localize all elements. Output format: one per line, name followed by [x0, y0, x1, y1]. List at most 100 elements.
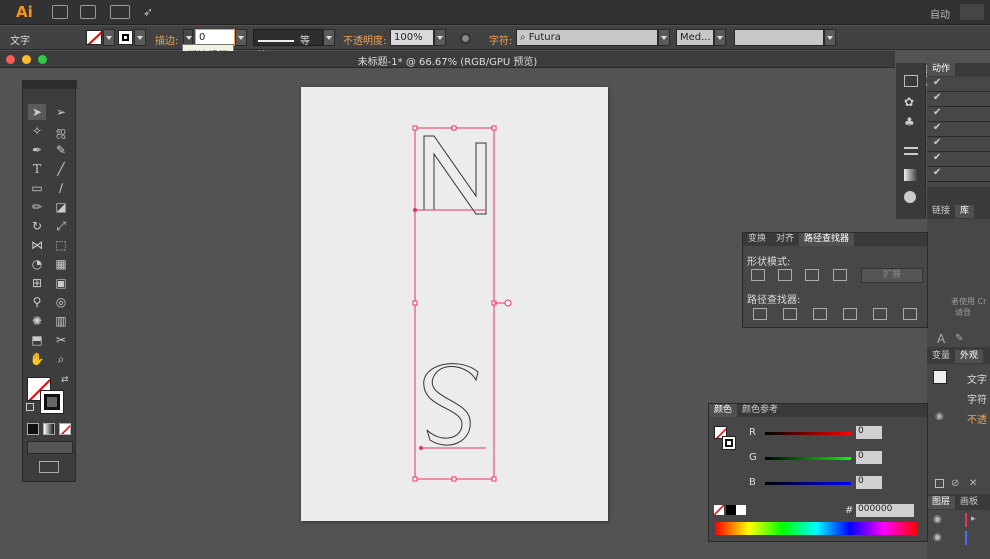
check-icon[interactable]: ✔	[927, 167, 941, 178]
layer-color-bar	[965, 531, 967, 545]
clear-appearance-icon[interactable]: ⊘	[951, 478, 959, 489]
letter-n-outline	[423, 135, 487, 215]
transparency-panel-icon[interactable]	[904, 191, 916, 203]
handle-top-center	[451, 125, 457, 131]
handle-bottom-left	[412, 476, 418, 482]
libraries-message: 者使用 Cr	[951, 297, 987, 306]
appearance-panel-body: 文字 字符 ◉ 不透 ⊘ ✕	[927, 364, 990, 494]
tab-appearance[interactable]: 外观	[955, 350, 984, 363]
black-swatch[interactable]	[726, 505, 736, 515]
r-label: R	[749, 427, 756, 438]
b-label: B	[749, 477, 756, 488]
list-item[interactable]: ✔	[927, 122, 990, 137]
handle-middle-left	[412, 300, 418, 306]
none-swatch[interactable]	[714, 505, 724, 515]
collapsed-panels-strip: ✿ ♣	[896, 63, 926, 219]
tab-variables[interactable]: 变量	[927, 350, 955, 363]
tab-actions[interactable]: 动作	[927, 63, 956, 76]
outline-icon[interactable]	[873, 308, 887, 320]
g-value-input[interactable]: 0	[856, 451, 882, 464]
tab-transform[interactable]: 变换	[743, 233, 771, 246]
trim-icon[interactable]	[783, 308, 797, 320]
b-slider[interactable]	[765, 482, 851, 485]
tab-layers[interactable]: 图层	[927, 496, 956, 509]
tab-color[interactable]: 颜色	[709, 404, 738, 417]
symbols-panel-icon[interactable]: ♣	[904, 115, 915, 129]
r-value-input[interactable]: 0	[856, 426, 882, 439]
handle-bottom-center	[451, 476, 457, 482]
visibility-eye-icon[interactable]: ◉	[935, 411, 944, 422]
check-icon[interactable]: ✔	[927, 152, 941, 163]
right-dock: 动作 ✔ ✔ ✔ ✔ ✔ ✔ ✔ 链接库 者使用 Cr 请登 A ✎ 变量 外观 …	[927, 63, 990, 559]
check-icon[interactable]: ✔	[927, 77, 941, 88]
delete-icon[interactable]: ✕	[969, 478, 977, 489]
layer-expand-icon[interactable]: ▸	[971, 514, 976, 524]
list-item[interactable]: ✔	[927, 167, 990, 182]
tab-artboards[interactable]: 画板	[955, 496, 983, 509]
panel-stroke-box[interactable]	[722, 436, 736, 450]
brushes-panel-icon[interactable]: ✿	[904, 95, 914, 109]
check-icon[interactable]: ✔	[927, 107, 941, 118]
handle-top-left	[412, 125, 418, 131]
layer-color-bar	[965, 513, 967, 527]
color-panel-tabs: 颜色 颜色参考	[709, 404, 927, 417]
unite-icon[interactable]	[751, 269, 765, 281]
layer-visibility-eye-icon[interactable]: ◉	[933, 532, 942, 543]
stroke-panel-icon[interactable]	[904, 147, 918, 155]
pathfinders-label: 路径查找器:	[747, 295, 801, 306]
libraries-brush-icon[interactable]: ✎	[955, 333, 963, 344]
new-art-icon[interactable]	[935, 479, 944, 488]
r-slider[interactable]	[765, 432, 851, 435]
actions-panel-header: 动作	[927, 63, 990, 76]
appearance-item-character[interactable]: 字符	[967, 391, 987, 406]
list-item[interactable]: ✔	[927, 137, 990, 152]
handle-top-right	[491, 125, 497, 131]
merge-icon[interactable]	[813, 308, 827, 320]
tab-align[interactable]: 对齐	[771, 233, 799, 246]
layers-list: ◉ ▸ ◉	[927, 510, 990, 559]
libraries-letter-icon[interactable]: A	[937, 332, 945, 346]
intersect-icon[interactable]	[805, 269, 819, 281]
expand-button[interactable]: 扩展	[861, 268, 923, 283]
g-slider[interactable]	[765, 457, 851, 460]
layers-panel-header: 图层 画板	[927, 496, 990, 509]
handle-bottom-right	[491, 476, 497, 482]
minus-front-icon[interactable]	[778, 269, 792, 281]
pathfinder-panel-tabs: 变换 对齐 路径查找器	[743, 233, 927, 246]
artboards-panel-icon[interactable]	[904, 75, 918, 87]
layer-visibility-eye-icon[interactable]: ◉	[933, 514, 942, 525]
check-icon[interactable]: ✔	[927, 122, 941, 133]
tab-color-guide[interactable]: 颜色参考	[737, 404, 783, 417]
actions-list: ✔ ✔ ✔ ✔ ✔ ✔ ✔	[927, 77, 990, 187]
letter-s-outline	[423, 363, 479, 446]
tab-pathfinder[interactable]: 路径查找器	[799, 233, 855, 246]
pathfinder-panel: 变换 对齐 路径查找器 形状模式: 扩展 路径查找器:	[742, 232, 928, 328]
gradient-panel-icon[interactable]	[904, 169, 918, 181]
appearance-item-type: 文字	[967, 375, 987, 386]
appearance-thumbnail	[933, 370, 947, 384]
check-icon[interactable]: ✔	[927, 92, 941, 103]
libraries-panel-body: 者使用 Cr 请登 A ✎	[927, 219, 990, 347]
list-item[interactable]: ✔	[927, 152, 990, 167]
hex-symbol: #	[845, 505, 854, 516]
tab-libraries[interactable]: 库	[955, 205, 975, 218]
color-spectrum[interactable]	[715, 522, 917, 535]
white-swatch[interactable]	[736, 505, 746, 515]
list-item[interactable]: ✔	[927, 77, 990, 92]
divide-icon[interactable]	[753, 308, 767, 320]
appearance-item-opacity[interactable]: 不透	[967, 411, 987, 426]
b-value-input[interactable]: 0	[856, 476, 882, 489]
baseline-anchor-top	[413, 208, 417, 212]
list-item[interactable]: ✔	[927, 92, 990, 107]
libraries-login[interactable]: 请登	[955, 307, 971, 318]
minus-back-icon[interactable]	[903, 308, 917, 320]
exclude-icon[interactable]	[833, 269, 847, 281]
links-panel-header: 链接库	[927, 205, 990, 218]
shape-modes-label: 形状模式:	[747, 257, 791, 268]
tab-links[interactable]: 链接	[927, 205, 955, 218]
list-item[interactable]: ✔	[927, 107, 990, 122]
hex-value-input[interactable]: 000000	[856, 504, 914, 517]
g-label: G	[749, 452, 757, 463]
crop-icon[interactable]	[843, 308, 857, 320]
check-icon[interactable]: ✔	[927, 137, 941, 148]
